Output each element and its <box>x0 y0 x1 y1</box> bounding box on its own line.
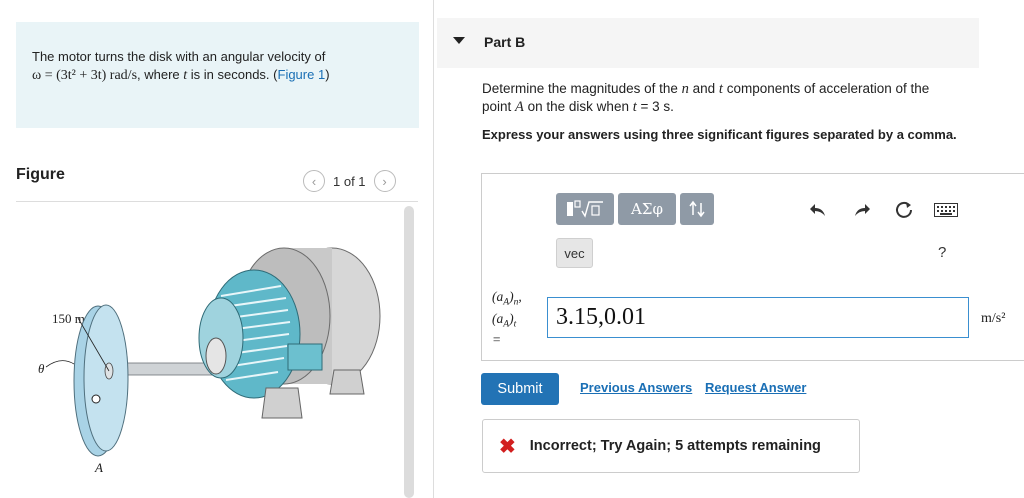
vec-button[interactable]: vec <box>556 238 593 268</box>
point-a-label: A <box>94 460 103 475</box>
reset-icon[interactable] <box>893 199 915 221</box>
keyboard-icon[interactable] <box>933 199 959 221</box>
n-symbol: n <box>681 81 689 97</box>
theta-label: θ <box>38 361 45 376</box>
label-t-base: (a <box>492 310 504 326</box>
disk-face <box>83 304 129 452</box>
greek-symbols-icon[interactable]: ΑΣφ <box>618 193 676 225</box>
sort-icon[interactable] <box>680 193 714 225</box>
terminal-box <box>287 343 323 371</box>
request-answer-link[interactable]: Request Answer <box>705 380 806 395</box>
chevron-left-icon[interactable]: ‹ <box>303 170 325 192</box>
answer-input[interactable] <box>547 297 969 338</box>
motor-foot-left <box>261 387 303 419</box>
close-paren: ) <box>325 67 330 82</box>
redo-icon[interactable] <box>851 199 873 221</box>
question-mid: and <box>688 81 719 96</box>
figure-divider <box>16 201 418 202</box>
pager-text: 1 of 1 <box>333 173 366 189</box>
a-symbol: A <box>515 99 524 115</box>
answer-instruction: Express your answers using three signifi… <box>482 127 957 142</box>
problem-text-tail: is in seconds. ( <box>187 67 278 82</box>
problem-statement: The motor turns the disk with an angular… <box>32 48 412 85</box>
omega-expression: ω = (3t² + 3t) rad/s <box>32 68 138 83</box>
figure-pager: ‹ 1 of 1 › <box>303 169 396 193</box>
problem-text-after: , where <box>137 67 184 82</box>
template-icon[interactable] <box>556 193 614 225</box>
label-equals: = <box>492 332 502 348</box>
x-icon: ✖ <box>499 435 516 458</box>
panel-divider <box>433 0 434 498</box>
figure-link[interactable]: Figure 1 <box>278 67 326 82</box>
question-line2-pre: point <box>482 99 516 114</box>
question-line2-post: = 3 s. <box>636 99 674 114</box>
label-t-component: t <box>513 319 517 330</box>
point-a-marker <box>91 394 101 404</box>
question-line2-mid: on the disk when <box>523 99 633 114</box>
theta-arc <box>45 360 75 368</box>
math-toolbar: ΑΣφ <box>556 193 714 225</box>
motor-disk-figure: 150 mm θ A <box>38 247 381 475</box>
submit-button[interactable]: Submit <box>481 373 559 405</box>
figure-scrollbar[interactable] <box>404 206 414 498</box>
undo-icon[interactable] <box>807 199 829 221</box>
figure-title: Figure <box>16 166 65 183</box>
part-b-title: Part B <box>484 34 526 50</box>
question-pre: Determine the magnitudes of the <box>482 81 682 96</box>
collapse-caret-icon[interactable] <box>453 37 465 44</box>
motor-hub <box>205 337 227 375</box>
chevron-right-icon[interactable]: › <box>373 170 396 192</box>
label-n-base: (a <box>492 289 504 304</box>
problem-text-line1: The motor turns the disk with an angular… <box>32 49 326 64</box>
feedback-text: Incorrect; Try Again; 5 attempts remaini… <box>529 438 821 454</box>
question-post: components of acceleration of the <box>722 81 930 96</box>
motor-foot-right <box>329 369 365 395</box>
feedback-box: ✖ Incorrect; Try Again; 5 attempts remai… <box>482 419 860 473</box>
answer-label: (aA)n, (aA)t = <box>492 289 522 348</box>
question-text: Determine the magnitudes of the n and t … <box>482 80 982 116</box>
help-button[interactable]: ? <box>938 244 946 261</box>
previous-answers-link[interactable]: Previous Answers <box>580 380 692 395</box>
unit-label: m/s² <box>981 311 1006 326</box>
